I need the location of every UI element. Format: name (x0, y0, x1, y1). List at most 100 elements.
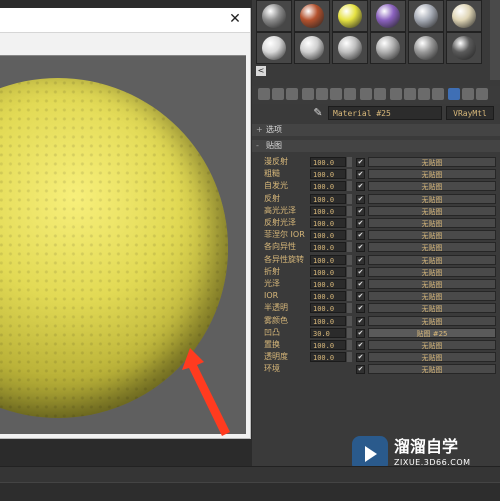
put-to-library-icon[interactable] (360, 88, 372, 100)
map-enable-checkbox[interactable]: ✔ (356, 231, 365, 241)
map-amount-field[interactable]: 100.0 (310, 279, 346, 289)
map-enable-checkbox[interactable]: ✔ (356, 353, 365, 363)
amount-spinner[interactable] (347, 157, 352, 167)
sample-slot[interactable] (408, 0, 444, 32)
map-enable-checkbox[interactable]: ✔ (356, 206, 365, 216)
eyedropper-icon[interactable]: ✎ (312, 107, 324, 119)
map-enable-checkbox[interactable]: ✔ (356, 365, 365, 375)
map-amount-field[interactable]: 30.0 (310, 327, 346, 338)
amount-spinner[interactable] (347, 315, 352, 326)
map-slot-button[interactable]: 无贴图 (368, 242, 496, 253)
map-slot-button[interactable]: 无贴图 (368, 218, 496, 228)
map-amount-field[interactable]: 100.0 (310, 169, 346, 180)
amount-spinner[interactable] (347, 193, 352, 204)
amount-spinner[interactable] (347, 327, 352, 338)
map-slot-button[interactable]: 无贴图 (368, 157, 496, 167)
map-enable-checkbox[interactable]: ✔ (356, 158, 365, 167)
show-end-result-icon[interactable] (404, 88, 416, 100)
sample-slot[interactable] (446, 32, 482, 64)
map-amount-field[interactable]: 100.0 (310, 266, 346, 277)
amount-spinner[interactable] (347, 218, 352, 228)
rollout-maps[interactable]: - 贴图 (252, 140, 500, 152)
map-enable-checkbox[interactable]: ✔ (356, 243, 365, 253)
map-enable-checkbox[interactable]: ✔ (356, 255, 365, 265)
scroll-left-arrow-icon[interactable]: < (256, 66, 266, 76)
sample-slot[interactable] (408, 32, 444, 64)
amount-spinner[interactable] (347, 169, 352, 180)
map-slot-button[interactable]: 无贴图 (368, 254, 496, 265)
map-slot-button[interactable]: 无贴图 (368, 169, 496, 180)
map-amount-field[interactable]: 100.0 (310, 193, 346, 204)
select-by-material-icon[interactable] (476, 88, 488, 100)
map-slot-button[interactable]: 无贴图 (368, 205, 496, 216)
get-material-icon[interactable] (258, 88, 270, 100)
map-slot-button[interactable]: 无贴图 (368, 303, 496, 314)
map-slot-button[interactable]: 无贴图 (368, 291, 496, 302)
map-amount-field[interactable]: 100.0 (310, 254, 346, 265)
amount-spinner[interactable] (347, 352, 352, 363)
time-slider-bar[interactable] (0, 482, 500, 501)
reset-map-icon[interactable] (302, 88, 314, 100)
sample-slot[interactable] (294, 32, 330, 64)
map-slot-button[interactable]: 无贴图 (368, 266, 496, 277)
map-slot-button[interactable]: 无贴图 (368, 181, 496, 192)
map-enable-checkbox[interactable]: ✔ (356, 219, 365, 228)
delete-icon[interactable] (316, 88, 328, 100)
sample-slot[interactable] (256, 32, 292, 64)
map-enable-checkbox[interactable]: ✔ (356, 194, 365, 204)
map-amount-field[interactable]: 100.0 (310, 303, 346, 314)
map-amount-field[interactable]: 100.0 (310, 352, 346, 363)
map-amount-field[interactable]: 100.0 (310, 315, 346, 326)
map-slot-button[interactable]: 无贴图 (368, 364, 496, 375)
go-to-parent-icon[interactable] (418, 88, 430, 100)
sample-slot[interactable] (332, 0, 368, 32)
map-amount-field[interactable]: 100.0 (310, 291, 346, 302)
amount-spinner[interactable] (347, 254, 352, 265)
map-enable-checkbox[interactable]: ✔ (356, 292, 365, 302)
amount-spinner[interactable] (347, 303, 352, 314)
map-enable-checkbox[interactable]: ✔ (356, 170, 365, 180)
map-amount-field[interactable]: 100.0 (310, 340, 346, 350)
amount-spinner[interactable] (347, 340, 352, 350)
map-amount-field[interactable]: 100.0 (310, 205, 346, 216)
amount-spinner[interactable] (347, 291, 352, 302)
amount-spinner[interactable] (347, 230, 352, 241)
amount-spinner[interactable] (347, 279, 352, 289)
copy-material-icon[interactable] (330, 88, 342, 100)
map-slot-button[interactable]: 无贴图 (368, 340, 496, 350)
map-enable-checkbox[interactable]: ✔ (356, 316, 365, 326)
map-amount-field[interactable]: 100.0 (310, 242, 346, 253)
map-slot-button[interactable]: 无贴图 (368, 193, 496, 204)
sample-slots-scrollbar[interactable] (490, 0, 500, 80)
map-slot-button[interactable]: 无贴图 (368, 352, 496, 363)
map-enable-checkbox[interactable]: ✔ (356, 267, 365, 277)
amount-spinner[interactable] (347, 242, 352, 253)
material-name-field[interactable]: Material #25 (328, 106, 442, 120)
material-id-icon[interactable] (374, 88, 386, 100)
map-enable-checkbox[interactable]: ✔ (356, 341, 365, 350)
map-slot-button[interactable]: 无贴图 (368, 279, 496, 289)
map-enable-checkbox[interactable]: ✔ (356, 182, 365, 192)
assign-to-selection-icon[interactable] (286, 88, 298, 100)
amount-spinner[interactable] (347, 205, 352, 216)
go-forward-sibling-icon[interactable] (432, 88, 444, 100)
amount-spinner[interactable] (347, 181, 352, 192)
sample-slot[interactable] (256, 0, 292, 32)
pick-material-icon[interactable] (448, 88, 460, 100)
map-amount-field[interactable]: 100.0 (310, 181, 346, 192)
map-slot-button[interactable]: 无贴图 (368, 315, 496, 326)
amount-spinner[interactable] (347, 266, 352, 277)
sample-slot[interactable] (332, 32, 368, 64)
sample-slot[interactable] (370, 32, 406, 64)
sample-slot[interactable] (370, 0, 406, 32)
show-shaded-icon[interactable] (390, 88, 402, 100)
close-button[interactable]: ✕ (226, 10, 244, 28)
make-unique-icon[interactable] (344, 88, 356, 100)
sample-slot[interactable] (294, 0, 330, 32)
map-amount-field[interactable]: 100.0 (310, 157, 346, 167)
map-enable-checkbox[interactable]: ✔ (356, 304, 365, 314)
sample-slot[interactable] (446, 0, 482, 32)
map-amount-field[interactable]: 100.0 (310, 230, 346, 241)
map-enable-checkbox[interactable]: ✔ (356, 280, 365, 289)
rollout-options[interactable]: + 选项 (252, 124, 500, 136)
